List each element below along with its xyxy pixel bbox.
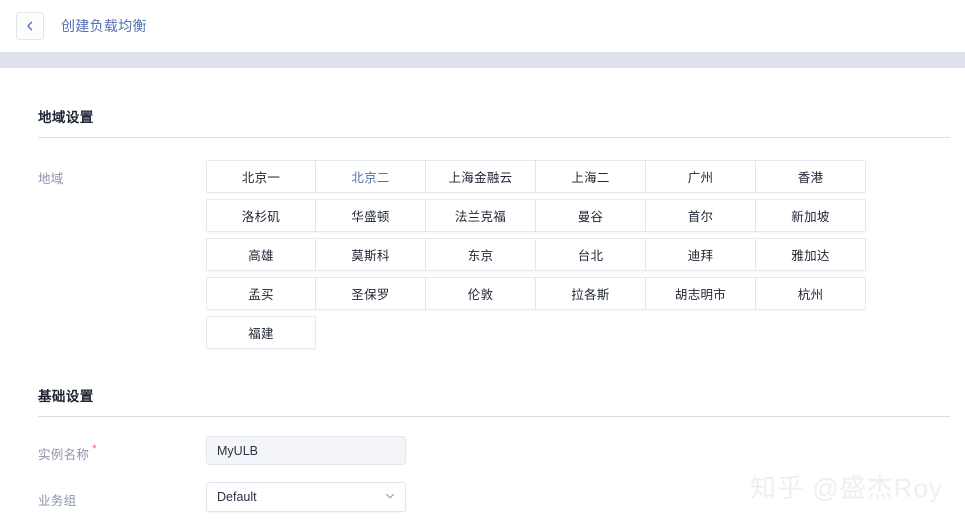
region-button[interactable]: 孟买	[206, 277, 316, 310]
region-button[interactable]: 台北	[536, 238, 646, 271]
region-button[interactable]: 圣保罗	[316, 277, 426, 310]
region-field-row: 地域 北京一 北京二 上海金融云 上海二 广州 香港 洛杉矶 华盛顿 法兰克福 曼谷 首尔 新加坡 高雄…	[38, 160, 965, 349]
page-title: 创建负载均衡	[61, 18, 147, 34]
region-button[interactable]: 广州	[646, 160, 756, 193]
basic-section-title: 基础设置	[38, 389, 94, 404]
business-group-select[interactable]: Default	[206, 482, 406, 512]
region-button[interactable]: 华盛顿	[316, 199, 426, 232]
region-button[interactable]: 首尔	[646, 199, 756, 232]
region-section-divider	[38, 137, 950, 138]
region-section-title: 地域设置	[38, 110, 94, 125]
region-button[interactable]: 洛杉矶	[206, 199, 316, 232]
region-button[interactable]: 杭州	[756, 277, 866, 310]
region-button-row: 洛杉矶 华盛顿 法兰克福 曼谷 首尔 新加坡	[206, 199, 866, 232]
business-group-label: 业务组	[38, 494, 77, 508]
back-button[interactable]	[16, 12, 44, 40]
basic-section-divider	[38, 416, 950, 417]
instance-name-label: 实例名称 *	[38, 436, 206, 463]
region-button[interactable]: 法兰克福	[426, 199, 536, 232]
header-separator-band	[0, 52, 965, 68]
region-button-grid: 北京一 北京二 上海金融云 上海二 广州 香港 洛杉矶 华盛顿 法兰克福 曼谷 首尔 新加坡 高雄 莫斯科…	[206, 160, 866, 349]
page-content: 地域设置 地域 北京一 北京二 上海金融云 上海二 广州 香港 洛杉矶 华盛顿 法兰克福 曼谷 首尔…	[0, 68, 965, 519]
region-button[interactable]: 拉各斯	[536, 277, 646, 310]
region-button-row: 高雄 莫斯科 东京 台北 迪拜 雅加达	[206, 238, 866, 271]
chevron-left-icon	[24, 20, 36, 32]
required-asterisk: *	[92, 443, 97, 455]
region-field-label: 地域	[38, 172, 64, 186]
region-button[interactable]: 北京一	[206, 160, 316, 193]
region-button[interactable]: 福建	[206, 316, 316, 349]
region-button[interactable]: 新加坡	[756, 199, 866, 232]
region-button[interactable]: 胡志明市	[646, 277, 756, 310]
region-button[interactable]: 伦敦	[426, 277, 536, 310]
region-button-row: 福建	[206, 316, 866, 349]
page-header: 创建负载均衡	[0, 0, 965, 52]
region-button[interactable]: 上海二	[536, 160, 646, 193]
instance-name-label-text: 实例名称	[38, 448, 90, 462]
region-button[interactable]: 雅加达	[756, 238, 866, 271]
chevron-down-icon	[384, 490, 396, 505]
region-button[interactable]: 北京二	[316, 160, 426, 193]
region-button[interactable]: 上海金融云	[426, 160, 536, 193]
region-button[interactable]: 迪拜	[646, 238, 756, 271]
region-button[interactable]: 莫斯科	[316, 238, 426, 271]
region-button[interactable]: 高雄	[206, 238, 316, 271]
region-button-row: 孟买 圣保罗 伦敦 拉各斯 胡志明市 杭州	[206, 277, 866, 310]
region-button-row: 北京一 北京二 上海金融云 上海二 广州 香港	[206, 160, 866, 193]
region-button[interactable]: 香港	[756, 160, 866, 193]
instance-name-field-row: 实例名称 *	[38, 436, 965, 465]
watermark: 知乎 @盛杰Roy	[750, 473, 943, 503]
region-button[interactable]: 曼谷	[536, 199, 646, 232]
instance-name-input[interactable]	[206, 436, 406, 465]
region-button[interactable]: 东京	[426, 238, 536, 271]
business-group-selected-value: Default	[217, 490, 257, 504]
